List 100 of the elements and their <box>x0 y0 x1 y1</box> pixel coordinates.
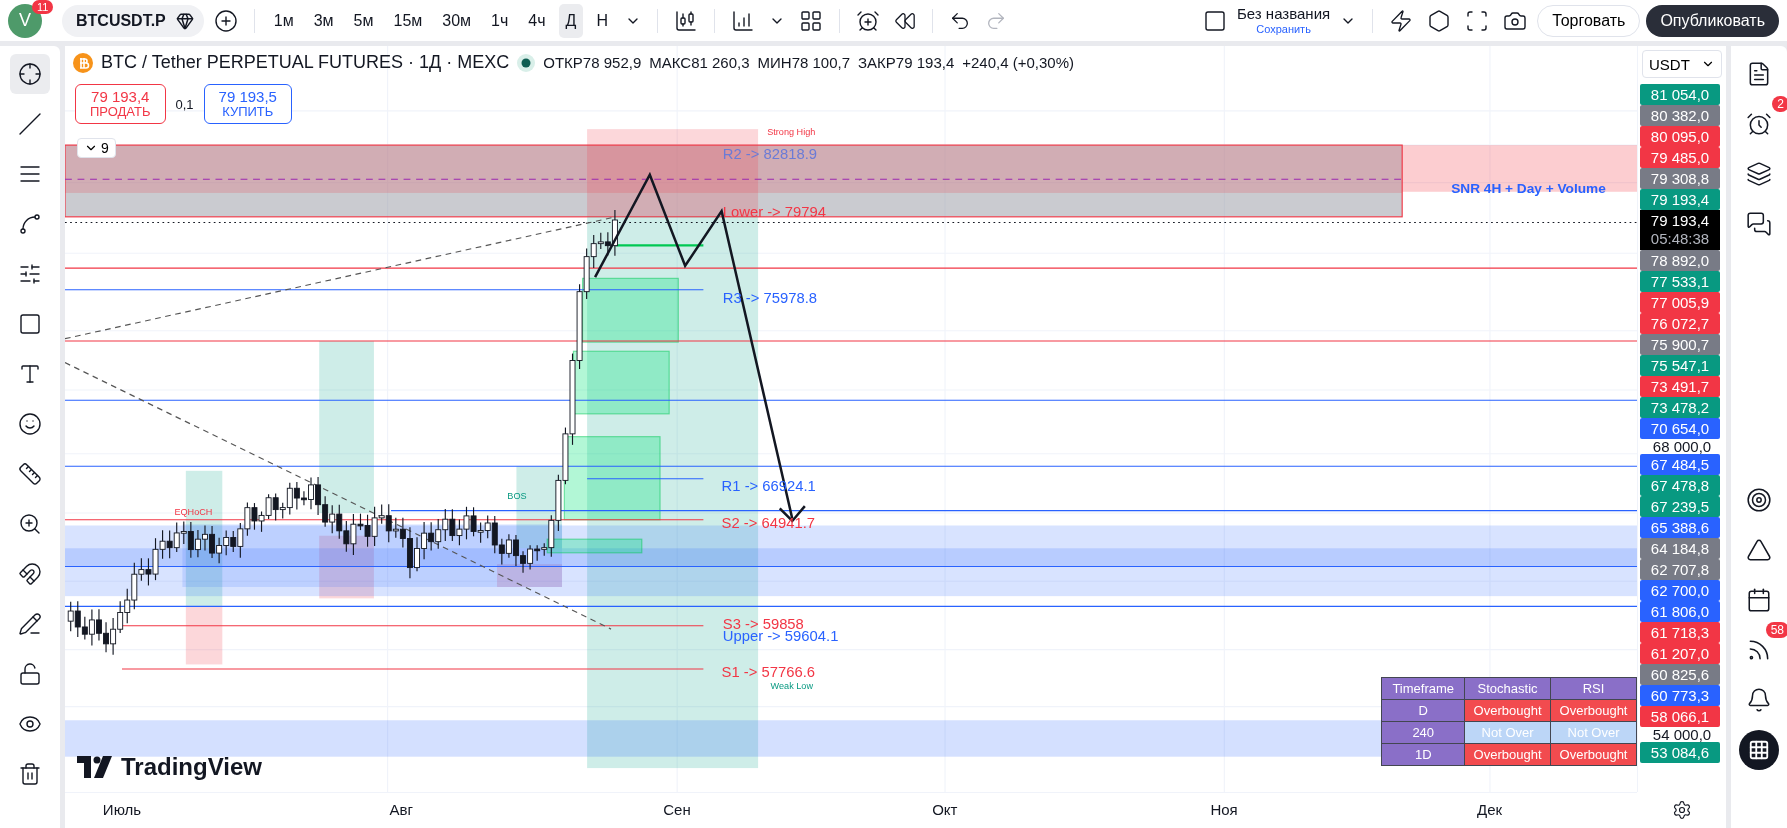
price-tag: 79 308,8 <box>1640 168 1720 189</box>
price-tag: 73 491,7 <box>1640 376 1720 397</box>
chart-label: S1 -> 57766.6 <box>721 663 816 680</box>
price-tag: 75 547,1 <box>1640 355 1720 376</box>
save-link[interactable]: Сохранить <box>1256 22 1311 35</box>
price-tag: 61 718,3 <box>1640 622 1720 643</box>
chart-label: SNR 4H + Day + Volume <box>1451 180 1606 196</box>
table-cell: 1D <box>1381 743 1465 766</box>
lightning-icon <box>1389 8 1414 33</box>
trade-button[interactable]: Торговать <box>1537 4 1641 37</box>
candlestick-icon <box>673 8 698 33</box>
grid-icon <box>798 8 823 33</box>
spread-value: 0,1 <box>175 96 194 112</box>
layout-title: Без названия <box>1236 6 1331 23</box>
unlock-icon <box>18 662 42 686</box>
price-tag: 53 084,6 <box>1640 742 1720 763</box>
symbol-search[interactable]: BTCUSDT.P <box>62 4 204 37</box>
time-label: Ноя <box>1210 801 1238 818</box>
zoom-in-icon <box>18 512 42 536</box>
chart-label: Strong High <box>767 126 816 137</box>
price-tag: 81 054,0 <box>1640 84 1720 105</box>
price-tag: 79 193,4 <box>1640 189 1720 210</box>
liquidity-zone <box>185 606 223 665</box>
table-cell: 240 <box>1381 721 1465 744</box>
ohlc-value: ЗАКР79 193,4 <box>858 54 955 71</box>
chart-label: EQHoCH <box>174 507 213 518</box>
ruler-icon <box>18 462 42 486</box>
chart-label: R3 -> 75978.8 <box>722 290 817 307</box>
apps-button[interactable] <box>1739 730 1779 770</box>
price-tag: 76 072,7 <box>1640 313 1720 334</box>
bell-icon <box>1746 687 1772 713</box>
interval-tab[interactable]: 30м <box>435 3 479 38</box>
notification-badge: 11 <box>32 0 54 14</box>
interval-tab[interactable]: 3м <box>306 3 341 38</box>
price-tag: 67 239,5 <box>1640 496 1720 517</box>
interval-tab[interactable]: 1ч <box>484 3 516 38</box>
interval-tab[interactable]: Д <box>558 3 584 38</box>
chart-label: Lower -> 79794 <box>722 203 827 220</box>
fullscreen-icon <box>1465 8 1490 33</box>
settings-icon <box>1671 800 1692 820</box>
line-tool-icon <box>18 112 42 136</box>
sell-button[interactable]: 79 193,4 ПРОДАТЬ <box>75 84 166 125</box>
table-header: RSI <box>1550 677 1637 700</box>
price-tag: 77 005,9 <box>1640 292 1720 313</box>
interval-tab[interactable]: 5м <box>346 3 381 38</box>
time-label: Сен <box>663 801 691 818</box>
price-tag: 65 388,6 <box>1640 517 1720 538</box>
status-dot <box>517 53 536 72</box>
currency-dropdown[interactable]: USDT <box>1642 50 1722 78</box>
buy-button[interactable]: 79 193,5 КУПИТЬ <box>203 84 292 125</box>
rectangle-icon <box>18 312 42 336</box>
sliders-icon <box>18 262 42 286</box>
price-tag: 62 707,8 <box>1640 559 1720 580</box>
ohlc-value: МАКС81 260,3 <box>649 54 750 71</box>
price-tag: 62 700,0 <box>1640 580 1720 601</box>
bitcoin-icon <box>73 52 93 73</box>
time-label: Дек <box>1477 801 1503 818</box>
hexagon-icon <box>1427 8 1452 33</box>
price-tag: 67 478,8 <box>1640 475 1720 496</box>
pencil-icon <box>18 612 42 636</box>
smiley-icon <box>18 412 42 436</box>
logo-icon <box>77 755 115 778</box>
count-badge: 58 <box>1765 622 1787 638</box>
interval-tab[interactable]: 1м <box>266 3 301 38</box>
target-icon <box>1746 487 1772 513</box>
interval-tab[interactable]: 4ч <box>521 3 553 38</box>
price-tag: 80 382,0 <box>1640 105 1720 126</box>
crosshair-button[interactable] <box>10 54 50 94</box>
price-tag: 79 485,0 <box>1640 147 1720 168</box>
chart-label: BOS <box>507 491 527 502</box>
ohlc-value: ОТКР78 952,9 <box>543 54 642 71</box>
crosshair-icon <box>18 62 42 86</box>
interval-tab[interactable]: Н <box>589 3 615 38</box>
price-tick: 54 000,0 <box>1651 727 1713 742</box>
time-label: Июль <box>102 801 142 818</box>
price-tag: 80 095,0 <box>1640 126 1720 147</box>
square-icon <box>1202 8 1227 33</box>
chart-label: S2 -> 64941.7 <box>721 514 816 531</box>
price-tag: 75 900,7 <box>1640 334 1720 355</box>
time-label: Окт <box>932 801 958 818</box>
trash-icon <box>18 762 42 786</box>
chart-label: Weak Low <box>770 681 814 692</box>
table-header: Timeframe <box>1381 677 1465 700</box>
price-change: +240,4 (+0,30%) <box>962 54 1074 71</box>
logo-text: TradingView <box>121 752 262 781</box>
price-tag: 60 825,6 <box>1640 664 1720 685</box>
table-cell: D <box>1381 699 1465 722</box>
price-tag: 67 484,5 <box>1640 454 1720 475</box>
alarm-icon <box>1746 111 1772 137</box>
price-tag: 61 207,0 <box>1640 643 1720 664</box>
bar-chart-icon <box>730 8 755 33</box>
layers-icon <box>1746 161 1772 187</box>
publish-button[interactable]: Опубликовать <box>1646 4 1779 37</box>
price-tick: 68 000,0 <box>1651 439 1713 454</box>
price-tag: 61 806,0 <box>1640 601 1720 622</box>
triangle-icon <box>1746 537 1772 563</box>
interval-tab[interactable]: 15м <box>386 3 430 38</box>
gem-icon <box>175 11 194 30</box>
magnet-icon <box>18 562 42 586</box>
indicators-toggle[interactable]: 9 <box>77 138 116 158</box>
